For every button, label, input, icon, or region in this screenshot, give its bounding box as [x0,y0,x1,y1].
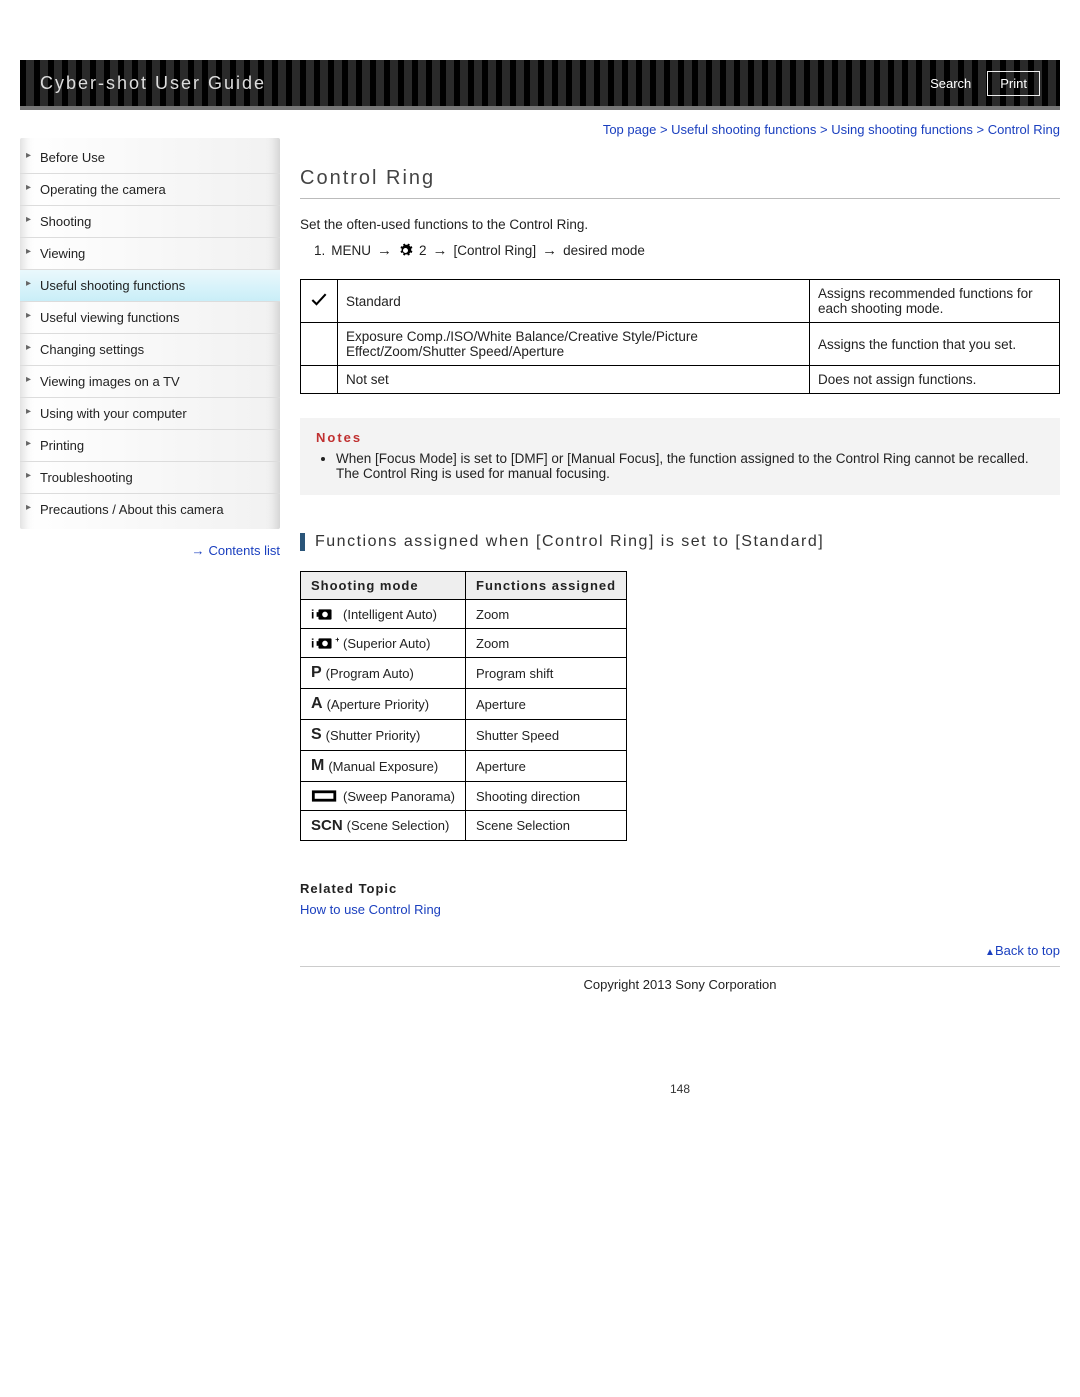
option-label: Standard [338,280,810,323]
back-to-top-link[interactable]: Back to top [300,943,1060,958]
option-label: Exposure Comp./ISO/White Balance/Creativ… [338,323,810,366]
mode-label: (Sweep Panorama) [343,789,455,804]
sidebar: Before UseOperating the cameraShootingVi… [20,118,280,1136]
mode-label: (Shutter Priority) [326,728,421,743]
contents-list-label: Contents list [208,543,280,558]
mode-cell: SCN (Scene Selection) [301,811,466,841]
notes-box: Notes When [Focus Mode] is set to [DMF] … [300,418,1060,495]
step-bracket: [Control Ring] [454,243,537,258]
breadcrumb-part[interactable]: Useful shooting functions [671,122,816,137]
step-number: 1. [314,243,325,258]
mode-function: Zoom [466,600,627,629]
mode-function: Shutter Speed [466,720,627,751]
mode-cell: i (Intelligent Auto) [301,600,466,629]
intro-text: Set the often-used functions to the Cont… [300,217,1060,232]
modes-header: Shooting mode [301,572,466,600]
option-check-cell [301,280,338,323]
options-table: StandardAssigns recommended functions fo… [300,279,1060,394]
mode-icon: SCN [311,817,343,834]
svg-text:i: i [311,637,314,651]
related-link[interactable]: How to use Control Ring [300,902,1060,917]
sidebar-item[interactable]: Using with your computer [20,398,280,430]
mode-label: (Scene Selection) [347,818,450,833]
modes-header: Functions assigned [466,572,627,600]
breadcrumb-part: Control Ring [988,122,1060,137]
option-desc: Assigns recommended functions for each s… [810,280,1060,323]
sidebar-item[interactable]: Before Use [20,142,280,174]
mode-function: Scene Selection [466,811,627,841]
mode-function: Shooting direction [466,782,627,811]
sidebar-item[interactable]: Viewing images on a TV [20,366,280,398]
notes-title: Notes [316,430,1044,445]
section-subtitle: Functions assigned when [Control Ring] i… [300,533,1060,551]
option-check-cell [301,323,338,366]
arrow-right-icon: → [191,543,204,558]
modes-table: Shooting modeFunctions assigned i (Intelli… [300,571,627,841]
arrow-icon: → [542,242,557,259]
gear-icon [398,243,413,259]
mode-function: Zoom [466,629,627,658]
sidebar-item[interactable]: Shooting [20,206,280,238]
mode-cell: M (Manual Exposure) [301,751,466,782]
mode-icon: i+ [311,635,339,651]
mode-label: (Aperture Priority) [327,697,430,712]
mode-icon [311,788,339,804]
sidebar-item[interactable]: Useful shooting functions [20,270,280,302]
mode-icon: A [311,695,323,713]
sidebar-item[interactable]: Useful viewing functions [20,302,280,334]
mode-cell: P (Program Auto) [301,658,466,689]
step-tail: desired mode [563,243,645,258]
sidebar-item[interactable]: Troubleshooting [20,462,280,494]
mode-cell: i+(Superior Auto) [301,629,466,658]
mode-icon: P [311,664,322,682]
sidebar-item[interactable]: Changing settings [20,334,280,366]
mode-label: (Intelligent Auto) [343,607,437,622]
mode-cell: S (Shutter Priority) [301,720,466,751]
check-icon [309,298,329,313]
option-desc: Does not assign functions. [810,366,1060,394]
sidebar-item[interactable]: Operating the camera [20,174,280,206]
menu-path: 1. MENU → 2 → [Control Ring] → desired m… [314,242,1060,259]
mode-label: (Manual Exposure) [328,759,438,774]
header-bar: Cyber-shot User Guide Search Print [20,60,1060,110]
sidebar-item[interactable]: Viewing [20,238,280,270]
site-title: Cyber-shot User Guide [40,73,266,94]
step-menu: MENU [331,243,371,258]
option-check-cell [301,366,338,394]
page-title: Control Ring [300,167,1060,199]
mode-cell: (Sweep Panorama) [301,782,466,811]
search-link[interactable]: Search [930,76,971,91]
mode-icon: M [311,757,324,775]
main-content: Top page > Useful shooting functions > U… [300,118,1060,1136]
svg-text:+: + [335,635,339,644]
arrow-icon: → [433,242,448,259]
note-item: When [Focus Mode] is set to [DMF] or [Ma… [336,451,1044,481]
option-desc: Assigns the function that you set. [810,323,1060,366]
sidebar-item[interactable]: Printing [20,430,280,462]
copyright: Copyright 2013 Sony Corporation [300,966,1060,992]
nav-list: Before UseOperating the cameraShootingVi… [20,138,280,529]
arrow-icon: → [377,242,392,259]
breadcrumb: Top page > Useful shooting functions > U… [300,122,1060,137]
breadcrumb-part[interactable]: Using shooting functions [831,122,973,137]
mode-function: Aperture [466,689,627,720]
mode-label: (Superior Auto) [343,636,430,651]
mode-label: (Program Auto) [326,666,414,681]
mode-function: Program shift [466,658,627,689]
mode-function: Aperture [466,751,627,782]
option-label: Not set [338,366,810,394]
print-button[interactable]: Print [987,71,1040,96]
step-two: 2 [419,243,427,258]
svg-text:i: i [311,608,314,622]
sidebar-item[interactable]: Precautions / About this camera [20,494,280,525]
page-number: 148 [300,1082,1060,1096]
breadcrumb-part[interactable]: Top page [603,122,657,137]
contents-list-link[interactable]: → Contents list [20,543,280,558]
mode-cell: A (Aperture Priority) [301,689,466,720]
notes-list: When [Focus Mode] is set to [DMF] or [Ma… [336,451,1044,481]
mode-icon: i [311,606,339,622]
related-title: Related Topic [300,881,1060,896]
mode-icon: S [311,726,322,744]
